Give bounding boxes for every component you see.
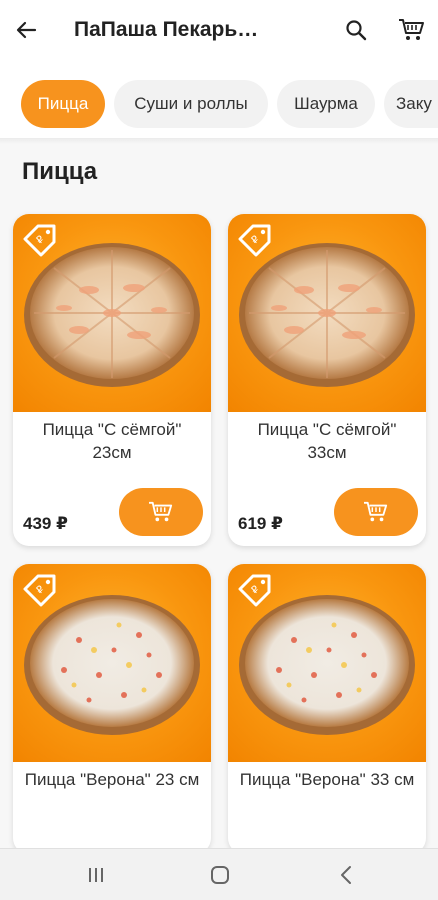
recent-apps-icon[interactable]	[82, 861, 110, 889]
product-name: Пицца "Верона" 33 см	[239, 770, 415, 789]
cart-icon	[149, 501, 173, 522]
category-tabs: Пицца Суши и роллы Шаурма Заку	[0, 62, 438, 140]
add-to-cart-button[interactable]	[334, 488, 418, 536]
product-card[interactable]: ₽ Пицца "Верона" 23 см	[13, 564, 211, 854]
promo-tag-icon: ₽	[23, 224, 56, 257]
back-chevron-icon[interactable]	[332, 861, 360, 889]
search-icon[interactable]	[342, 16, 370, 44]
divider	[0, 138, 438, 144]
product-card[interactable]: ₽ Пицца "С сёмгой" 23см 439 ₽	[13, 214, 211, 546]
product-image[interactable]: ₽	[13, 214, 211, 412]
page-title: ПаПаша Пекарь…	[74, 18, 259, 41]
promo-tag-icon: ₽	[23, 574, 56, 607]
svg-text:₽: ₽	[34, 584, 47, 597]
product-card[interactable]: ₽ Пицца "С сёмгой" 33см 619 ₽	[228, 214, 426, 546]
category-chip-shawarma[interactable]: Шаурма	[277, 80, 375, 128]
product-image[interactable]: ₽	[228, 564, 426, 762]
svg-text:₽: ₽	[249, 234, 262, 247]
product-price: 619 ₽	[238, 514, 283, 533]
product-name: Пицца "Верона" 23 см	[24, 770, 200, 789]
product-name: Пицца "С сёмгой" 33см	[257, 420, 397, 462]
system-nav-bar	[0, 848, 438, 900]
promo-tag-icon: ₽	[238, 224, 271, 257]
section-title: Пицца	[22, 158, 98, 185]
product-image[interactable]: ₽	[13, 564, 211, 762]
cart-icon[interactable]	[396, 14, 428, 46]
svg-text:₽: ₽	[249, 584, 262, 597]
product-name: Пицца "С сёмгой" 23см	[42, 420, 182, 462]
category-chip-sushi[interactable]: Суши и роллы	[114, 80, 268, 128]
arrow-left-icon[interactable]	[12, 16, 40, 44]
svg-text:₽: ₽	[34, 234, 47, 247]
home-icon[interactable]	[206, 861, 234, 889]
app-bar: ПаПаша Пекарь…	[0, 0, 438, 62]
product-price: 439 ₽	[23, 514, 68, 533]
cart-icon	[364, 501, 388, 522]
add-to-cart-button[interactable]	[119, 488, 203, 536]
category-chip-snacks[interactable]: Заку	[384, 80, 438, 128]
category-chip-pizza[interactable]: Пицца	[21, 80, 105, 128]
product-card[interactable]: ₽ Пицца "Верона" 33 см	[228, 564, 426, 854]
promo-tag-icon: ₽	[238, 574, 271, 607]
product-image[interactable]: ₽	[228, 214, 426, 412]
